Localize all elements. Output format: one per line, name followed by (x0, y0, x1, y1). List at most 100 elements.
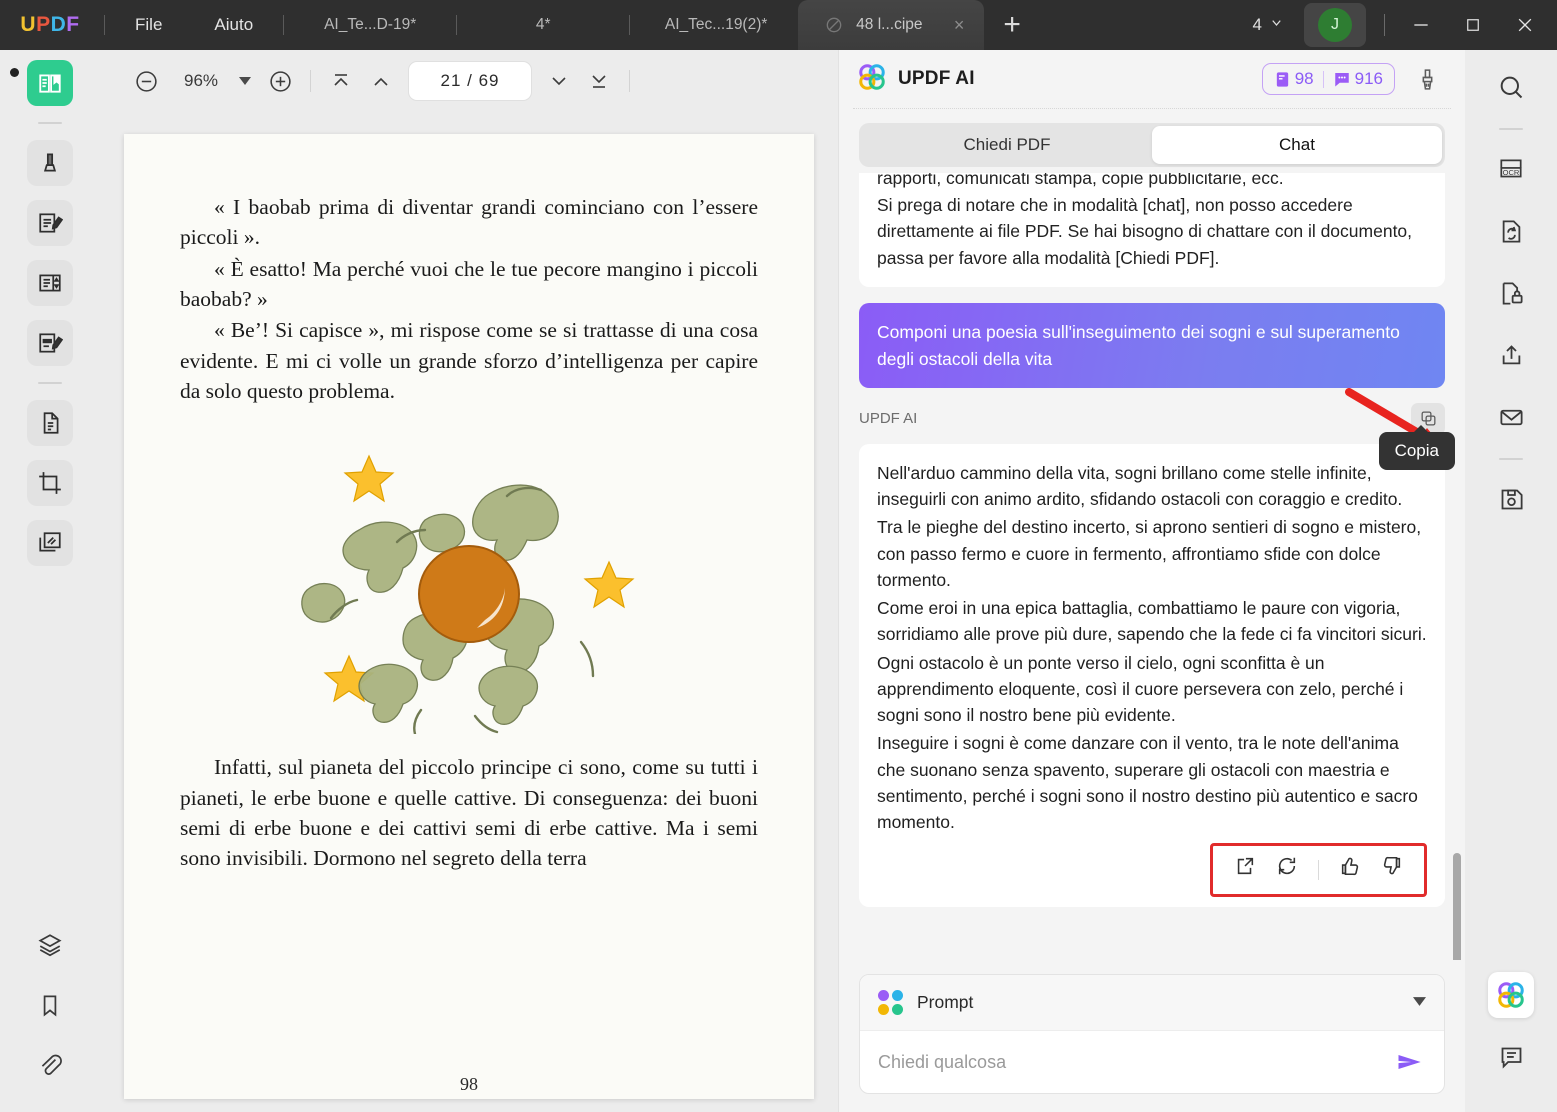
zoom-in-button[interactable] (260, 61, 300, 101)
share-icon[interactable] (1488, 332, 1534, 378)
chat-input[interactable] (878, 1051, 1392, 1073)
tab-1[interactable]: 4* (461, 0, 625, 50)
divider (38, 122, 62, 124)
close-icon[interactable]: × (948, 16, 970, 34)
convert-icon[interactable] (1488, 208, 1534, 254)
ocr-icon[interactable]: OCR (1488, 146, 1534, 192)
first-page-button[interactable] (321, 61, 361, 101)
sidebar-item-batch[interactable] (27, 520, 73, 566)
last-page-button[interactable] (579, 61, 619, 101)
prompt-selector[interactable]: Prompt (860, 975, 1444, 1031)
prompt-label: Prompt (917, 992, 974, 1012)
tab-3-active[interactable]: 48 l...cipe × (798, 0, 985, 50)
pdf-paragraph: « I baobab prima di diventar grandi comi… (180, 195, 758, 250)
answer-actions-wrapper (877, 843, 1427, 897)
unsaved-indicator-dot (10, 68, 19, 77)
answer-paragraph: Come eroi in una epica battaglia, combat… (877, 598, 1427, 645)
tab-count-label: 4 (1252, 15, 1262, 34)
divider (104, 15, 105, 35)
protect-icon[interactable] (1488, 270, 1534, 316)
tab-0[interactable]: AI_Te...D-19* (288, 0, 452, 50)
answer-paragraph: Inseguire i sogni è come danzare con il … (877, 733, 1418, 833)
divider (1322, 70, 1324, 88)
pdf-paragraph: « Be’! Si capisce », mi rispose come se … (180, 318, 758, 403)
pdf-paragraph: Infatti, sul pianeta del piccolo princip… (180, 755, 758, 871)
save-icon[interactable] (1488, 476, 1534, 522)
divider (38, 382, 62, 384)
export-icon[interactable] (1234, 855, 1256, 884)
sidebar-item-attachment[interactable] (27, 1042, 73, 1088)
answer-paragraph: Tra le pieghe del destino incerto, si ap… (877, 517, 1422, 590)
avatar: J (1318, 8, 1352, 42)
divider (1499, 128, 1523, 130)
no-ai-icon (824, 15, 844, 35)
sidebar-item-edit-text[interactable] (27, 200, 73, 246)
thumbs-down-icon[interactable] (1381, 855, 1403, 884)
copy-tooltip: Copia (1378, 424, 1455, 470)
tab-chiedi-pdf[interactable]: Chiedi PDF (862, 126, 1152, 164)
svg-text:OCR: OCR (1503, 168, 1520, 177)
minimize-button[interactable] (1395, 0, 1447, 50)
sidebar-item-reader[interactable] (27, 60, 73, 106)
chevron-down-icon[interactable] (1413, 996, 1426, 1009)
new-tab-button[interactable]: + (984, 0, 1040, 50)
account-button[interactable]: J (1304, 3, 1366, 47)
chat-scrollbar[interactable] (1453, 853, 1461, 960)
pdf-page[interactable]: « I baobab prima di diventar grandi comi… (124, 134, 814, 1099)
chat-input-row (860, 1031, 1444, 1093)
comment-icon[interactable] (1488, 1034, 1534, 1080)
prompt-icon (878, 990, 903, 1015)
zoom-out-button[interactable] (126, 61, 166, 101)
sidebar-item-organize-pages[interactable] (27, 400, 73, 446)
divider (310, 70, 311, 92)
clear-chat-brush-icon[interactable] (1407, 59, 1447, 99)
thumbs-up-icon[interactable] (1339, 855, 1361, 884)
chat-composer: Prompt (859, 974, 1445, 1094)
search-icon[interactable] (1488, 64, 1534, 110)
menu-file[interactable]: File (109, 0, 188, 50)
close-button[interactable] (1499, 0, 1551, 50)
divider (1318, 860, 1319, 880)
next-page-button[interactable] (539, 61, 579, 101)
chat-scroll-area[interactable]: rapporti, comunicati stampa, copie pubbl… (839, 173, 1465, 960)
sidebar-item-layers[interactable] (27, 922, 73, 968)
sidebar-item-highlight[interactable] (27, 140, 73, 186)
zoom-dropdown-caret-icon[interactable] (230, 61, 260, 101)
maximize-button[interactable] (1447, 0, 1499, 50)
ai-panel-title: UPDF AI (898, 68, 975, 89)
divider (853, 108, 1451, 109)
assistant-message: rapporti, comunicati stampa, copie pubbl… (859, 173, 1445, 288)
credits-badge[interactable]: 98 916 (1261, 63, 1395, 95)
sidebar-item-bookmark[interactable] (27, 982, 73, 1028)
pdf-toolbar: 96% 21 / 69 (100, 50, 838, 112)
assistant-answer-card: Nell'arduo cammino della vita, sogni bri… (859, 443, 1445, 907)
send-button[interactable] (1392, 1045, 1426, 1079)
titlebar-right: 4 J (1241, 0, 1557, 50)
chevron-down-icon (1269, 15, 1284, 35)
regenerate-icon[interactable] (1276, 855, 1298, 884)
sidebar-item-page-layout[interactable] (27, 260, 73, 306)
answer-author-label: UPDF AI (859, 410, 918, 428)
tab-chat[interactable]: Chat (1152, 126, 1442, 164)
menu-aiuto[interactable]: Aiuto (188, 0, 279, 50)
answer-paragraph: Nell'arduo cammino della vita, sogni bri… (877, 462, 1403, 510)
sidebar-item-form-edit[interactable] (27, 320, 73, 366)
title-bar: UPDF File Aiuto AI_Te...D-19* 4* AI_Tec.… (0, 0, 1557, 50)
email-icon[interactable] (1488, 394, 1534, 440)
document-credit-count: 98 (1294, 69, 1314, 88)
tab-count-dropdown[interactable]: 4 (1241, 15, 1296, 35)
pdf-page-number: 98 (460, 1074, 478, 1094)
main-area: 96% 21 / 69 « I baobab prima di diventar… (0, 50, 1557, 1112)
previous-page-button[interactable] (361, 61, 401, 101)
divider (1499, 458, 1523, 460)
divider (283, 15, 285, 35)
document-credits: 98 (1274, 69, 1314, 89)
answer-actions-highlight (1210, 843, 1427, 897)
divider (456, 15, 458, 35)
sidebar-item-crop[interactable] (27, 460, 73, 506)
tab-2[interactable]: AI_Tec...19(2)* (634, 0, 798, 50)
little-prince-illustration (180, 434, 758, 736)
updf-ai-icon[interactable] (1488, 972, 1534, 1018)
page-number-input[interactable]: 21 / 69 (409, 62, 531, 100)
zoom-level-label: 96% (183, 71, 219, 90)
